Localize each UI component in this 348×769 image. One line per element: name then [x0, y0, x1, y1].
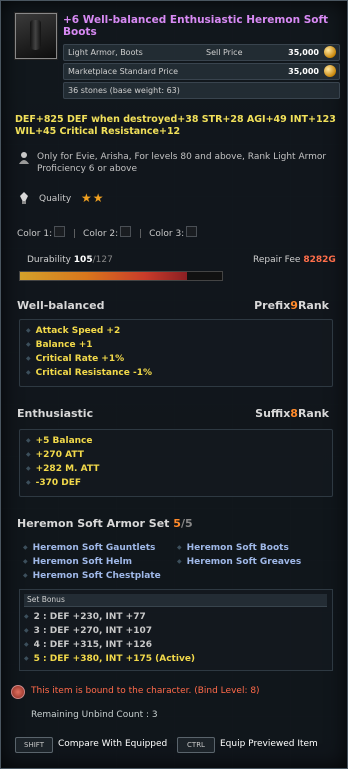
set-bonus: 2 : DEF +230, INT +77: [24, 612, 146, 622]
prefix-name: Well-balanced: [17, 299, 105, 312]
color-1-swatch: [54, 226, 66, 237]
durability-bar: [19, 271, 223, 281]
durability-bar-fill: [20, 272, 188, 280]
item-type-row: Light Armor, Boots Sell Price 35,000: [63, 44, 340, 61]
quality-stars: ★★: [81, 191, 105, 205]
suffix-effect: +282 M. ATT: [26, 462, 332, 476]
set-item: Heremon Soft Greaves: [177, 557, 302, 567]
prefix-effect: Attack Speed +2: [26, 324, 332, 338]
set-total: /5: [180, 517, 193, 530]
set-item: Heremon Soft Chestplate: [23, 571, 161, 581]
set-bonus-header: Set Bonus: [24, 594, 327, 607]
item-name: +6 Well-balanced Enthusiastic Heremon So…: [63, 14, 329, 38]
durability-current: 105: [73, 255, 93, 265]
set-count: 5: [173, 517, 181, 530]
boots-icon: [15, 13, 57, 59]
suffix-effect: +270 ATT: [26, 448, 332, 462]
repair-fee-label: Repair Fee: [253, 255, 301, 265]
prefix-rank-suffix: Rank: [297, 299, 329, 312]
set-title: Heremon Soft Armor Set 5/5: [17, 517, 193, 530]
set-item: Heremon Soft Gauntlets: [23, 543, 156, 553]
stat-line-1: DEF+825 DEF when destroyed+38 STR+28 AGI…: [15, 114, 336, 125]
prefix-rank-label: Prefix: [254, 299, 291, 312]
suffix-effect: +5 Balance: [26, 434, 332, 448]
weight-row: 36 stones (base weight: 63): [63, 82, 340, 99]
gold-coin-icon: [324, 65, 336, 77]
sell-price-label: Sell Price: [206, 48, 243, 57]
durability: Durability 105/127: [27, 255, 113, 265]
item-weight: 36 stones (base weight: 63): [68, 86, 180, 95]
bound-icon: [11, 685, 25, 699]
market-price-label: Marketplace Standard Price: [68, 67, 179, 76]
suffix-name: Enthusiastic: [17, 407, 94, 420]
equip-requirement: Only for Evie, Arisha, For levels 80 and…: [37, 152, 327, 174]
suffix-effect: -370 DEF: [26, 476, 332, 490]
set-bonus-active: 5 : DEF +380, INT +175 (Active): [24, 654, 195, 664]
suffix-rank-suffix: Rank: [297, 407, 329, 420]
set-item: Heremon Soft Boots: [177, 543, 289, 553]
shift-description: Compare With Equipped: [58, 739, 168, 749]
color-1-label: Color 1:: [17, 229, 53, 239]
character-icon: [19, 152, 29, 164]
shift-key: SHIFT: [15, 737, 53, 753]
set-name: Heremon Soft Armor Set: [17, 517, 170, 530]
suffix-effects: +5 Balance +270 ATT +282 M. ATT -370 DEF: [19, 429, 333, 497]
ctrl-key: CTRL: [177, 737, 215, 753]
bound-text: This item is bound to the character. (Bi…: [31, 686, 260, 696]
color-2-swatch: [120, 226, 132, 237]
set-bonus-box: Set Bonus 2 : DEF +230, INT +77 3 : DEF …: [19, 589, 333, 671]
set-item: Heremon Soft Helm: [23, 557, 132, 567]
prefix-rank-number: 9: [290, 299, 298, 312]
quality-icon: [20, 192, 28, 204]
item-tooltip: +6 Well-balanced Enthusiastic Heremon So…: [0, 0, 348, 769]
market-price-row: Marketplace Standard Price 35,000: [63, 63, 340, 80]
color-2-label: Color 2:: [83, 229, 119, 239]
color-slots: Color 1: | Color 2: | Color 3:: [17, 226, 201, 239]
sell-price: 35,000: [288, 48, 319, 57]
repair-fee: Repair Fee 8282G: [253, 255, 336, 265]
durability-label: Durability: [27, 255, 71, 265]
color-3-label: Color 3:: [149, 229, 185, 239]
color-3-swatch: [186, 226, 198, 237]
prefix-effect: Balance +1: [26, 338, 332, 352]
prefix-rank: Prefix9Rank: [254, 299, 329, 312]
prefix-effects: Attack Speed +2 Balance +1 Critical Rate…: [19, 319, 333, 387]
suffix-rank-label: Suffix: [255, 407, 291, 420]
prefix-effect: Critical Rate +1%: [26, 352, 332, 366]
prefix-effect: Critical Resistance -1%: [26, 366, 332, 380]
quality-label: Quality: [39, 194, 72, 204]
gold-coin-icon: [324, 46, 336, 58]
item-stats: DEF+825 DEF when destroyed+38 STR+28 AGI…: [15, 114, 340, 138]
stat-line-2: WIL+45 Critical Resistance+12: [15, 126, 181, 137]
unbind-count: Remaining Unbind Count : 3: [31, 710, 158, 720]
ctrl-description: Equip Previewed Item: [220, 739, 318, 749]
market-price: 35,000: [288, 67, 319, 76]
repair-fee-value: 8282G: [303, 255, 336, 265]
durability-max: /127: [92, 255, 113, 265]
set-bonus: 3 : DEF +270, INT +107: [24, 626, 152, 636]
suffix-rank-number: 8: [290, 407, 298, 420]
set-bonus: 4 : DEF +315, INT +126: [24, 640, 152, 650]
suffix-rank: Suffix8Rank: [255, 407, 329, 420]
item-type: Light Armor, Boots: [68, 48, 143, 57]
